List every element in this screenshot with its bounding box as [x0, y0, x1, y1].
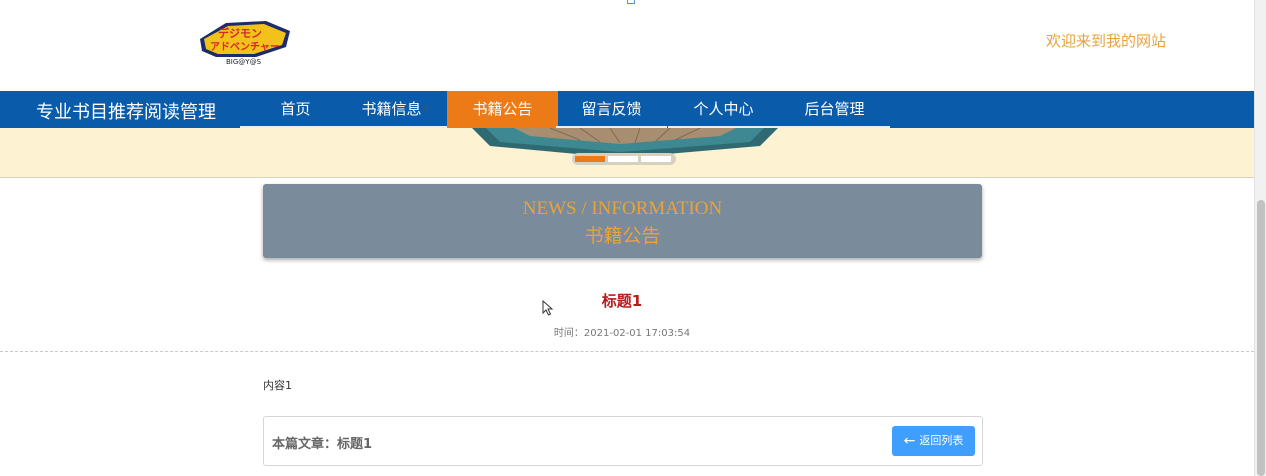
text-caret-marker [627, 0, 635, 4]
nav-item-user-center[interactable]: 个人中心 [668, 91, 779, 128]
nav-item-admin[interactable]: 后台管理 [779, 91, 890, 128]
main-nav: 专业书目推荐阅读管理 首页 书籍信息 书籍公告 留言反馈 个人中心 后台管理 [0, 91, 1254, 128]
nav-item-feedback[interactable]: 留言反馈 [556, 91, 667, 128]
back-to-list-label: 返回列表 [919, 434, 964, 447]
scrollbar-thumb[interactable] [1257, 200, 1265, 476]
section-header: NEWS / INFORMATION 书籍公告 [263, 184, 982, 258]
logo-caption: BIG@Y@S [226, 58, 262, 66]
article-time: 时间：2021-02-01 17:03:54 [553, 328, 691, 339]
section-title-en: NEWS / INFORMATION [522, 198, 723, 219]
slider-dot-3[interactable] [641, 156, 671, 162]
nav-item-book-info[interactable]: 书籍信息 [336, 91, 447, 128]
nav-item-book-notice[interactable]: 书籍公告 [447, 91, 558, 128]
article-footer: 本篇文章：标题1 ← 返回列表 [263, 416, 983, 466]
svg-text:デジモン: デジモン [218, 26, 262, 40]
article-title: 标题1 [601, 292, 643, 310]
divider [0, 351, 1254, 352]
banner-carousel[interactable] [0, 128, 1254, 178]
arrow-left-icon: ← [903, 433, 916, 449]
top-header: デジモン アドベンチャー BIG@Y@S 欢迎来到我的网站 [0, 0, 1254, 91]
slider-dot-2[interactable] [608, 156, 638, 162]
page-scrollbar[interactable] [1254, 0, 1266, 476]
current-article-label: 本篇文章：标题1 [272, 437, 373, 452]
svg-text:アドベンチャー: アドベンチャー [210, 41, 280, 53]
site-logo[interactable]: デジモン アドベンチャー BIG@Y@S [196, 17, 294, 67]
mouse-cursor-icon [542, 300, 554, 316]
article-content: 内容1 [263, 379, 292, 392]
section-title-cn: 书籍公告 [584, 226, 661, 247]
slider-dot-1[interactable] [575, 156, 605, 162]
nav-item-home[interactable]: 首页 [240, 91, 351, 128]
welcome-text: 欢迎来到我的网站 [1046, 32, 1167, 50]
back-to-list-button[interactable]: ← 返回列表 [892, 426, 975, 456]
page: デジモン アドベンチャー BIG@Y@S 欢迎来到我的网站 专业书目推荐阅读管理… [0, 0, 1266, 476]
site-title: 专业书目推荐阅读管理 [36, 102, 216, 123]
